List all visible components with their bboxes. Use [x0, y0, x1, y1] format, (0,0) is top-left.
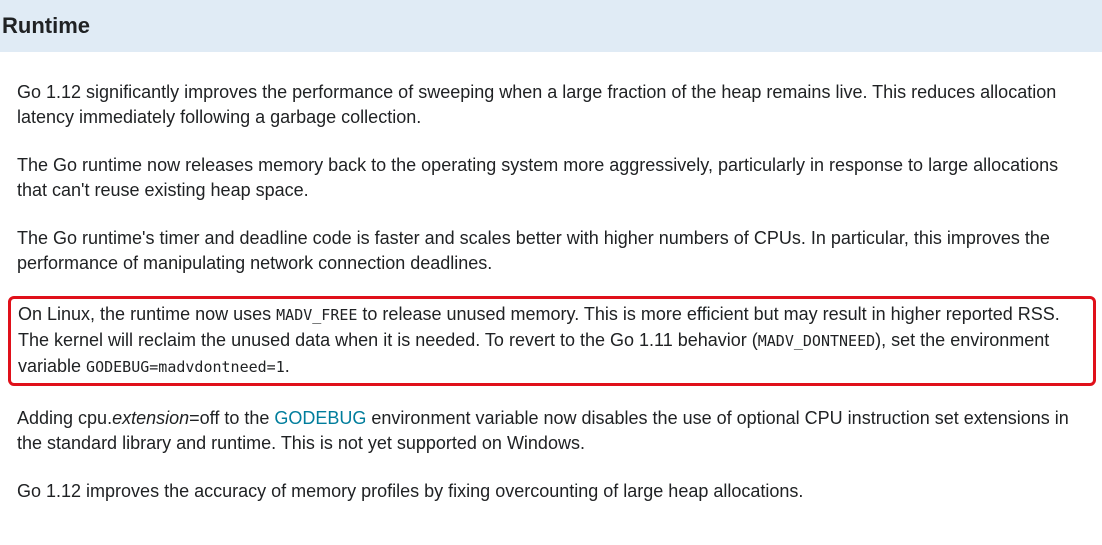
text-fragment: Adding cpu.: [17, 408, 113, 428]
code-madv-dontneed: MADV_DONTNEED: [757, 332, 876, 350]
section-content: Go 1.12 significantly improves the perfo…: [8, 80, 1096, 527]
text-fragment: =off to the: [189, 408, 275, 428]
paragraph-timer: The Go runtime's timer and deadline code…: [17, 228, 1050, 273]
emphasis-extension: extension: [112, 408, 190, 428]
paragraph-memory-profiles: Go 1.12 improves the accuracy of memory …: [17, 481, 804, 501]
godebug-link[interactable]: GODEBUG: [274, 408, 366, 428]
code-madv-free: MADV_FREE: [276, 306, 358, 324]
section-header: Runtime: [0, 0, 1102, 52]
text-fragment: On Linux, the runtime now uses: [18, 304, 277, 324]
paragraph-cpu-extension: Adding cpu.extension=off to the GODEBUG …: [17, 406, 1092, 456]
paragraph-memory-release: The Go runtime now releases memory back …: [17, 155, 1059, 200]
section-title: Runtime: [2, 13, 90, 38]
paragraph-sweeping: Go 1.12 significantly improves the perfo…: [17, 82, 1057, 127]
code-godebug-setting: GODEBUG=madvdontneed=1: [86, 358, 285, 376]
highlighted-paragraph-madv-free: On Linux, the runtime now uses MADV_FREE…: [8, 296, 1096, 386]
text-fragment: .: [284, 356, 290, 376]
